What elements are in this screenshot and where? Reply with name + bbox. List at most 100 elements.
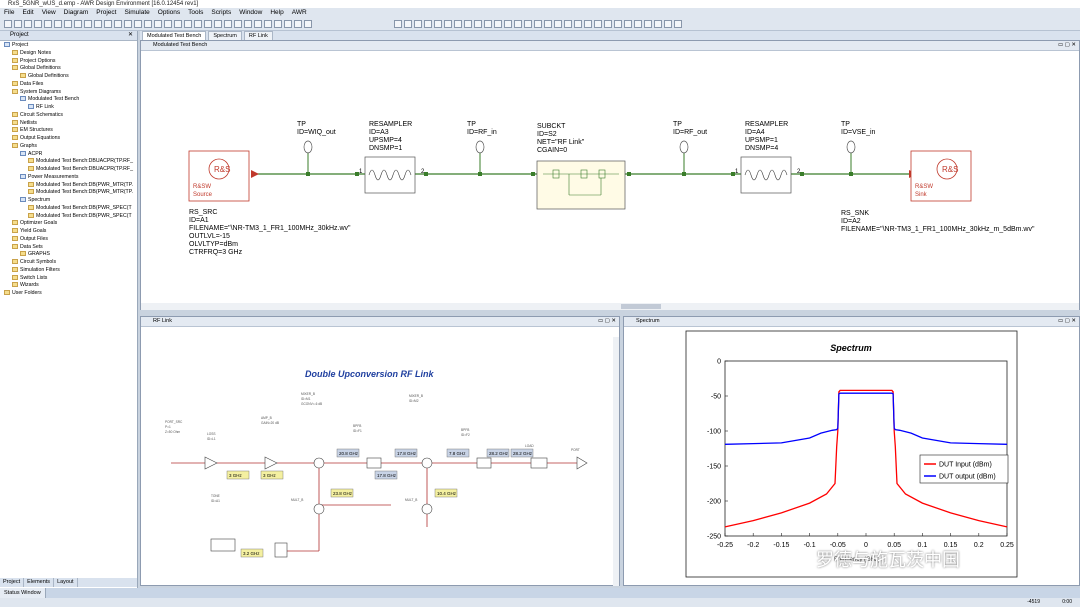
tree-item[interactable]: Data Sets (0, 243, 137, 252)
toolbar-button[interactable] (274, 20, 282, 28)
tree-item[interactable]: Optimizer Goals (0, 220, 137, 228)
toolbar-button[interactable] (494, 20, 502, 28)
toolbar-button[interactable] (594, 20, 602, 28)
toolbar-button[interactable] (304, 20, 312, 28)
toolbar-button[interactable] (484, 20, 492, 28)
tree-item[interactable]: Project Options (0, 57, 137, 66)
menu-item-diagram[interactable]: Diagram (64, 8, 89, 18)
tree-item[interactable]: User Folders (0, 290, 137, 298)
toolbar-button[interactable] (184, 20, 192, 28)
toolbar-button[interactable] (474, 20, 482, 28)
toolbar-button[interactable] (154, 20, 162, 28)
toolbar-button[interactable] (634, 20, 642, 28)
schematic-h-scrollbar[interactable] (141, 303, 1079, 310)
toolbar-button[interactable] (84, 20, 92, 28)
toolbar-button[interactable] (504, 20, 512, 28)
toolbar-button[interactable] (74, 20, 82, 28)
toolbar-button[interactable] (14, 20, 22, 28)
tree-item[interactable]: Modulated Test Bench:DB(PWR_MTR(TP. (0, 181, 137, 190)
toolbar-button[interactable] (664, 20, 672, 28)
toolbar-button[interactable] (524, 20, 532, 28)
tp3-probe-icon[interactable] (679, 140, 689, 154)
spectrum-window-controls[interactable]: ▭ ▢ ✕ (1058, 317, 1076, 326)
menu-item-simulate[interactable]: Simulate (124, 8, 149, 18)
toolbar-button[interactable] (414, 20, 422, 28)
menu-item-file[interactable]: File (4, 8, 14, 18)
tree-item[interactable]: Power Measurements (0, 173, 137, 182)
toolbar-button[interactable] (564, 20, 572, 28)
toolbar-button[interactable] (444, 20, 452, 28)
toolbar-button[interactable] (114, 20, 122, 28)
tree-item[interactable]: Spectrum (0, 197, 137, 205)
toolbar-button[interactable] (224, 20, 232, 28)
menu-item-help[interactable]: Help (270, 8, 283, 18)
tree-item[interactable]: Yield Goals (0, 228, 137, 236)
toolbar-button[interactable] (174, 20, 182, 28)
resampler2-block[interactable] (740, 156, 792, 194)
tree-item[interactable]: Modulated Test Bench:DB(PWR_MTR(TP. (0, 189, 137, 197)
rflink-window-controls[interactable]: ▭ ▢ ✕ (598, 317, 616, 326)
tree-item[interactable]: Output Files (0, 235, 137, 244)
tree-item[interactable]: ACPR (0, 150, 137, 159)
tree-item[interactable]: Modulated Test Bench:DB(PWR_SPEC(T (0, 212, 137, 221)
toolbar-button[interactable] (54, 20, 62, 28)
toolbar-button[interactable] (614, 20, 622, 28)
tree-item[interactable]: Circuit Symbols (0, 259, 137, 267)
tree-item[interactable]: System Diagrams (0, 88, 137, 97)
rflink-canvas[interactable]: Double Upconversion RF Link PORT_SRCP=1Z… (141, 327, 619, 586)
tree-item[interactable]: Simulation Filters (0, 266, 137, 275)
toolbar-button[interactable] (194, 20, 202, 28)
toolbar-button[interactable] (294, 20, 302, 28)
tree-item[interactable]: Modulated Test Bench (0, 96, 137, 104)
rflink-v-scrollbar[interactable] (613, 337, 619, 586)
tree-item[interactable]: Circuit Schematics (0, 111, 137, 120)
menu-item-window[interactable]: Window (239, 8, 262, 18)
tab-elements[interactable]: Elements (24, 578, 55, 587)
tree-item[interactable]: Design Notes (0, 49, 137, 58)
rf-link-subcircuit-block[interactable] (536, 160, 626, 210)
toolbar-button[interactable] (394, 20, 402, 28)
toolbar-button[interactable] (44, 20, 52, 28)
toolbar-button[interactable] (264, 20, 272, 28)
toolbar-button[interactable] (244, 20, 252, 28)
tree-item[interactable]: EM Structures (0, 127, 137, 135)
toolbar-button[interactable] (164, 20, 172, 28)
toolbar-button[interactable] (254, 20, 262, 28)
toolbar-button[interactable] (574, 20, 582, 28)
toolbar-button[interactable] (24, 20, 32, 28)
resampler1-block[interactable] (364, 156, 416, 194)
tree-item[interactable]: Netlists (0, 119, 137, 128)
tree-item[interactable]: Data Files (0, 80, 137, 89)
toolbar-button[interactable] (204, 20, 212, 28)
menu-item-tools[interactable]: Tools (188, 8, 203, 18)
menu-item-project[interactable]: Project (96, 8, 116, 18)
tp2-probe-icon[interactable] (475, 140, 485, 154)
tree-item[interactable]: Graphs (0, 142, 137, 151)
tp4-probe-icon[interactable] (846, 140, 856, 154)
pane-close-icon[interactable]: ✕ (128, 31, 133, 40)
toolbar-button[interactable] (624, 20, 632, 28)
toolbar-button[interactable] (94, 20, 102, 28)
toolbar-button[interactable] (674, 20, 682, 28)
toolbar-button[interactable] (134, 20, 142, 28)
menu-item-edit[interactable]: Edit (22, 8, 33, 18)
window-controls[interactable]: ▭ ▢ ✕ (1058, 41, 1076, 50)
menu-item-awr[interactable]: AWR (292, 8, 307, 18)
toolbar-button[interactable] (124, 20, 132, 28)
toolbar-button[interactable] (644, 20, 652, 28)
tree-item[interactable]: Modulated Test Bench:DBUACPR(TP.RF_ (0, 158, 137, 166)
toolbar-button[interactable] (454, 20, 462, 28)
tree-item[interactable]: Global Definitions (0, 73, 137, 81)
toolbar-button[interactable] (404, 20, 412, 28)
schematic-scroll-thumb[interactable] (621, 304, 661, 309)
toolbar-button[interactable] (654, 20, 662, 28)
toolbar-button[interactable] (104, 20, 112, 28)
toolbar-button[interactable] (34, 20, 42, 28)
tree-item[interactable]: Project (0, 42, 137, 50)
toolbar-button[interactable] (284, 20, 292, 28)
toolbar-button[interactable] (434, 20, 442, 28)
tree-item[interactable]: Output Equations (0, 135, 137, 143)
toolbar-button[interactable] (604, 20, 612, 28)
toolbar-button[interactable] (214, 20, 222, 28)
toolbar-button[interactable] (144, 20, 152, 28)
